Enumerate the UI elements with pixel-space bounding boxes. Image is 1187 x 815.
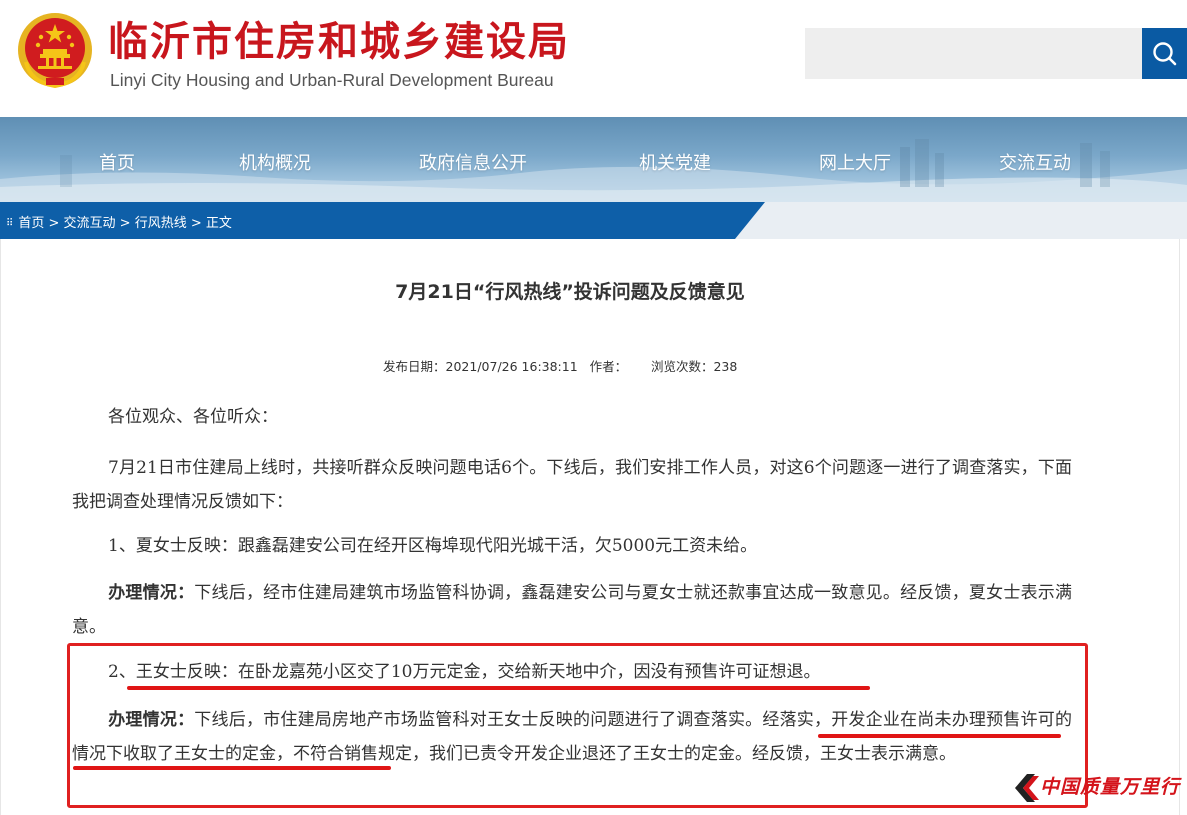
breadcrumb-separator: > [186, 216, 206, 231]
nav-item-about[interactable]: 机构概况 [239, 149, 311, 175]
article-title: 7月21日“行风热线”投诉问题及反馈意见 [395, 281, 745, 303]
breadcrumb-current: 正文 [205, 216, 232, 231]
annotation-underline [818, 734, 1061, 738]
breadcrumb: ⠿ 首页 > 交流互动 > 行风热线 > 正文 [6, 212, 232, 231]
views-count: 238 [713, 359, 738, 374]
nav-item-interaction[interactable]: 交流互动 [999, 149, 1071, 175]
national-emblem-icon [18, 13, 92, 89]
search-input[interactable] [805, 28, 1142, 79]
annotation-underline [127, 686, 870, 690]
intro-paragraph: 7月21日市住建局上线时，共接听群众反映问题电话6个。下线后，我们安排工作人员，… [72, 451, 1072, 519]
nav-item-online-hall[interactable]: 网上大厅 [819, 149, 891, 175]
greeting-text: 各位观众、各位听众： [108, 407, 278, 427]
author-label: 作者： [589, 359, 628, 374]
publish-date: 2021/07/26 16:38:11 [445, 359, 578, 374]
breadcrumb-dots-icon: ⠿ [6, 218, 14, 229]
item1-result-text: 下线后，经市住建局建筑市场监管科协调，鑫磊建安公司与夏女士就还款事宜达成一致意见… [72, 583, 1073, 637]
article-meta: 发布日期：2021/07/26 16:38:11 作者： 浏览次数：238 [383, 356, 737, 375]
item1-result-label: 办理情况： [108, 583, 195, 603]
nav-item-home[interactable]: 首页 [99, 149, 135, 175]
search-button[interactable] [1142, 28, 1187, 79]
site-subtitle: Linyi City Housing and Urban-Rural Devel… [110, 70, 554, 90]
views-label: 浏览次数： [650, 359, 714, 374]
greeting-paragraph: 各位观众、各位听众： [72, 400, 1072, 434]
item1-text: 1、夏女士反映：跟鑫磊建安公司在经开区梅埠现代阳光城干活，欠5000元工资未给。 [108, 536, 758, 556]
intro-text: 7月21日市住建局上线时，共接听群众反映问题电话6个。下线后，我们安排工作人员，… [72, 458, 1072, 512]
breadcrumb-home[interactable]: 首页 [18, 216, 44, 231]
search-icon [1153, 42, 1177, 66]
annotation-highlight-box [67, 643, 1088, 808]
main-nav: 首页 机构概况 政府信息公开 机关党建 网上大厅 交流互动 [0, 117, 1187, 202]
watermark-text: 中国质量万里行 [1040, 776, 1181, 798]
breadcrumb-separator: > [115, 216, 135, 231]
breadcrumb-hotline[interactable]: 行风热线 [135, 216, 187, 231]
publish-date-label: 发布日期： [383, 359, 446, 374]
site-title: 临沂市住房和城乡建设局 [108, 19, 570, 65]
breadcrumb-separator: > [44, 216, 64, 231]
nav-item-party[interactable]: 机关党建 [639, 149, 711, 175]
annotation-underline [73, 766, 391, 770]
item1-paragraph: 1、夏女士反映：跟鑫磊建安公司在经开区梅埠现代阳光城干活，欠5000元工资未给。 [72, 529, 1072, 563]
item1-result-paragraph: 办理情况：下线后，经市住建局建筑市场监管科协调，鑫磊建安公司与夏女士就还款事宜达… [72, 576, 1072, 644]
nav-item-gov-info[interactable]: 政府信息公开 [419, 149, 527, 175]
breadcrumb-interaction[interactable]: 交流互动 [64, 216, 116, 231]
